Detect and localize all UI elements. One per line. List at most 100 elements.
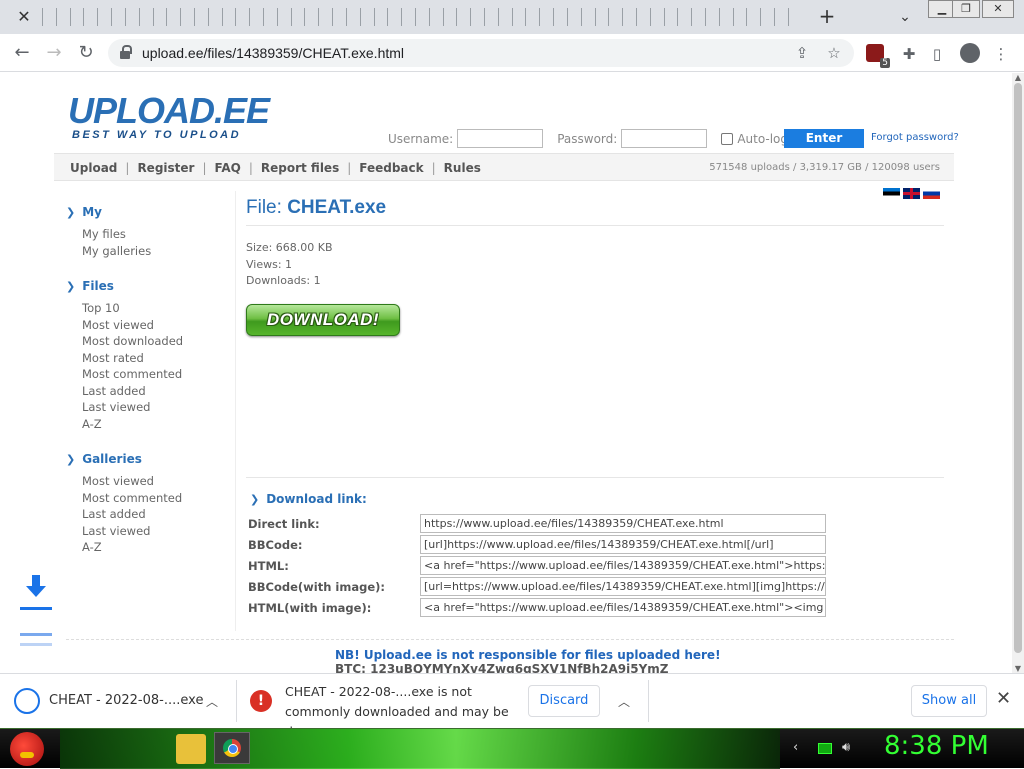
menu-kebab-icon[interactable]: ⋮	[990, 43, 1012, 65]
forward-icon[interactable]: →	[41, 40, 67, 66]
sidebar-item-gallery-most-commented[interactable]: Most commented	[82, 490, 236, 507]
tray-arrow-icon[interactable]: ‹	[793, 740, 798, 755]
enter-button[interactable]: Enter	[784, 129, 864, 148]
tab[interactable]	[456, 8, 470, 26]
restore-icon[interactable]: ❐	[952, 0, 980, 18]
scroll-up-icon[interactable]: ▲	[1012, 73, 1024, 82]
close-shelf-icon[interactable]: ✕	[996, 688, 1011, 709]
tab[interactable]	[387, 8, 401, 26]
tab[interactable]	[622, 8, 636, 26]
tab[interactable]	[180, 8, 194, 26]
tab[interactable]	[787, 8, 802, 26]
sidebar-item-a-z[interactable]: A-Z	[82, 416, 236, 433]
forgot-password-link[interactable]: Forgot password?	[871, 132, 959, 143]
sidebar-item-gallery-most-viewed[interactable]: Most viewed	[82, 473, 236, 490]
menu-rules[interactable]: Rules	[444, 161, 481, 175]
tab[interactable]	[345, 8, 360, 26]
download-button[interactable]: DOWNLOAD!	[246, 304, 400, 336]
file-explorer-icon[interactable]	[176, 734, 206, 764]
tab[interactable]	[732, 8, 747, 26]
bookmark-star-icon[interactable]: ☆	[824, 43, 844, 63]
menu-register[interactable]: Register	[137, 161, 194, 175]
tab[interactable]	[566, 8, 581, 26]
url-text[interactable]: upload.ee/files/14389359/CHEAT.exe.html	[142, 45, 404, 61]
sidebar-item-last-added[interactable]: Last added	[82, 383, 236, 400]
menu-faq[interactable]: FAQ	[215, 161, 241, 175]
scroll-down-icon[interactable]: ▼	[1012, 664, 1024, 673]
tab[interactable]	[428, 8, 443, 26]
tab[interactable]	[332, 8, 346, 26]
tab[interactable]	[235, 8, 249, 26]
autologin-checkbox[interactable]	[721, 132, 734, 145]
tab[interactable]	[718, 8, 733, 26]
tab[interactable]	[69, 8, 84, 26]
html-image-field[interactable]: <a href="https://www.upload.ee/files/143…	[420, 598, 826, 617]
site-logo[interactable]: UPLOAD.EE BEST WAY TO UPLOAD	[68, 93, 270, 142]
tab-search-chevron-icon[interactable]: ⌄	[894, 6, 916, 28]
side-panel-icon[interactable]: ▯	[926, 43, 948, 65]
tab[interactable]	[746, 8, 760, 26]
sidebar-item-gallery-last-viewed[interactable]: Last viewed	[82, 523, 236, 540]
tab[interactable]	[97, 8, 111, 26]
tab[interactable]	[359, 8, 374, 26]
tab[interactable]	[594, 8, 609, 26]
window-close-icon[interactable]: ✕	[982, 0, 1014, 18]
tab[interactable]	[608, 8, 622, 26]
sidebar-heading-my[interactable]: ❯ My	[66, 205, 236, 219]
tab[interactable]	[677, 8, 691, 26]
tab[interactable]	[83, 8, 97, 26]
tab[interactable]	[249, 8, 263, 26]
tab[interactable]	[401, 8, 415, 26]
share-icon[interactable]: ⇪	[792, 43, 812, 63]
tab[interactable]	[705, 8, 719, 26]
chevron-up-icon[interactable]: ︿	[206, 693, 218, 710]
direct-link-field[interactable]: https://www.upload.ee/files/14389359/CHE…	[420, 514, 826, 533]
tab[interactable]	[166, 8, 180, 26]
tab[interactable]	[152, 8, 167, 26]
tab[interactable]	[691, 8, 705, 26]
reload-icon[interactable]: ↻	[73, 40, 99, 66]
sidebar-item-most-rated[interactable]: Most rated	[82, 350, 236, 367]
tab[interactable]	[111, 8, 125, 26]
tab[interactable]	[442, 8, 457, 26]
tab[interactable]	[580, 8, 595, 26]
tab[interactable]	[470, 8, 484, 26]
tab[interactable]	[124, 8, 139, 26]
sidebar-heading-files[interactable]: ❯ Files	[66, 279, 236, 293]
show-all-button[interactable]: Show all	[911, 685, 987, 717]
address-bar[interactable]: upload.ee/files/14389359/CHEAT.exe.html …	[108, 39, 854, 67]
tab[interactable]	[207, 8, 222, 26]
tab[interactable]	[484, 8, 498, 26]
back-icon[interactable]: ←	[9, 40, 35, 66]
tab[interactable]	[318, 8, 332, 26]
menu-report-files[interactable]: Report files	[261, 161, 339, 175]
tab[interactable]	[663, 8, 678, 26]
menu-feedback[interactable]: Feedback	[359, 161, 423, 175]
tab[interactable]	[276, 8, 291, 26]
volume-icon[interactable]: 🔊︎	[842, 740, 850, 755]
chevron-up-icon[interactable]: ︿	[618, 693, 630, 710]
sidebar-item-last-viewed[interactable]: Last viewed	[82, 399, 236, 416]
sidebar-item-most-commented[interactable]: Most commented	[82, 366, 236, 383]
bbcode-field[interactable]: [url]https://www.upload.ee/files/1438935…	[420, 535, 826, 554]
tab[interactable]	[221, 8, 236, 26]
tab[interactable]	[138, 8, 153, 26]
password-input[interactable]	[621, 129, 708, 148]
tab[interactable]	[414, 8, 429, 26]
tab[interactable]	[373, 8, 388, 26]
page-scrollbar[interactable]: ▲ ▼	[1012, 73, 1024, 673]
sidebar-item-gallery-a-z[interactable]: A-Z	[82, 539, 236, 556]
tab[interactable]	[304, 8, 318, 26]
scroll-thumb[interactable]	[1014, 83, 1022, 653]
tab[interactable]	[497, 8, 512, 26]
lock-icon[interactable]	[120, 45, 132, 59]
sidebar-item-top-10[interactable]: Top 10	[82, 300, 236, 317]
tab[interactable]	[774, 8, 788, 26]
taskbar-clock[interactable]: 8:38 PM	[884, 731, 989, 761]
sidebar-item-most-downloaded[interactable]: Most downloaded	[82, 333, 236, 350]
username-input[interactable]	[457, 129, 544, 148]
tab[interactable]	[553, 8, 567, 26]
tab[interactable]	[55, 8, 70, 26]
tab[interactable]	[193, 8, 208, 26]
chrome-taskbar-button[interactable]	[214, 732, 250, 764]
